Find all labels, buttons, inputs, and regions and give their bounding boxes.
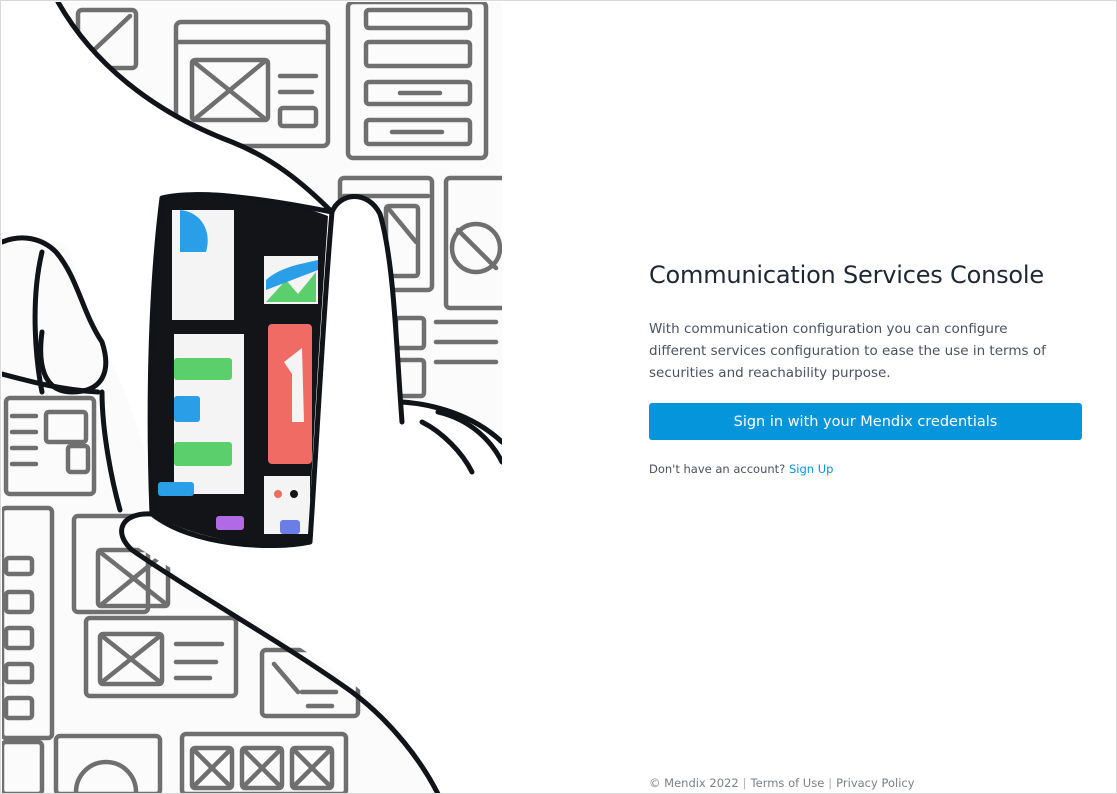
signup-link[interactable]: Sign Up: [789, 462, 833, 476]
login-panel: Communication Services Console With comm…: [649, 261, 1089, 476]
login-page: Communication Services Console With comm…: [0, 0, 1117, 794]
privacy-policy-link[interactable]: Privacy Policy: [836, 776, 914, 790]
copyright-text: © Mendix 2022: [649, 776, 739, 790]
footer: © Mendix 2022 | Terms of Use | Privacy Polic…: [649, 776, 915, 790]
signup-row: Don't have an account? Sign Up: [649, 462, 1089, 476]
signin-button[interactable]: Sign in with your Mendix credentials: [649, 403, 1082, 440]
page-description: With communication configuration you can…: [649, 321, 1046, 381]
page-title: Communication Services Console: [649, 261, 1044, 289]
terms-of-use-link[interactable]: Terms of Use: [751, 776, 825, 790]
signup-prompt: Don't have an account?: [649, 462, 786, 476]
footer-separator: |: [742, 776, 747, 790]
hands-wireframe-illustration: [2, 2, 502, 793]
footer-separator: |: [828, 776, 833, 790]
